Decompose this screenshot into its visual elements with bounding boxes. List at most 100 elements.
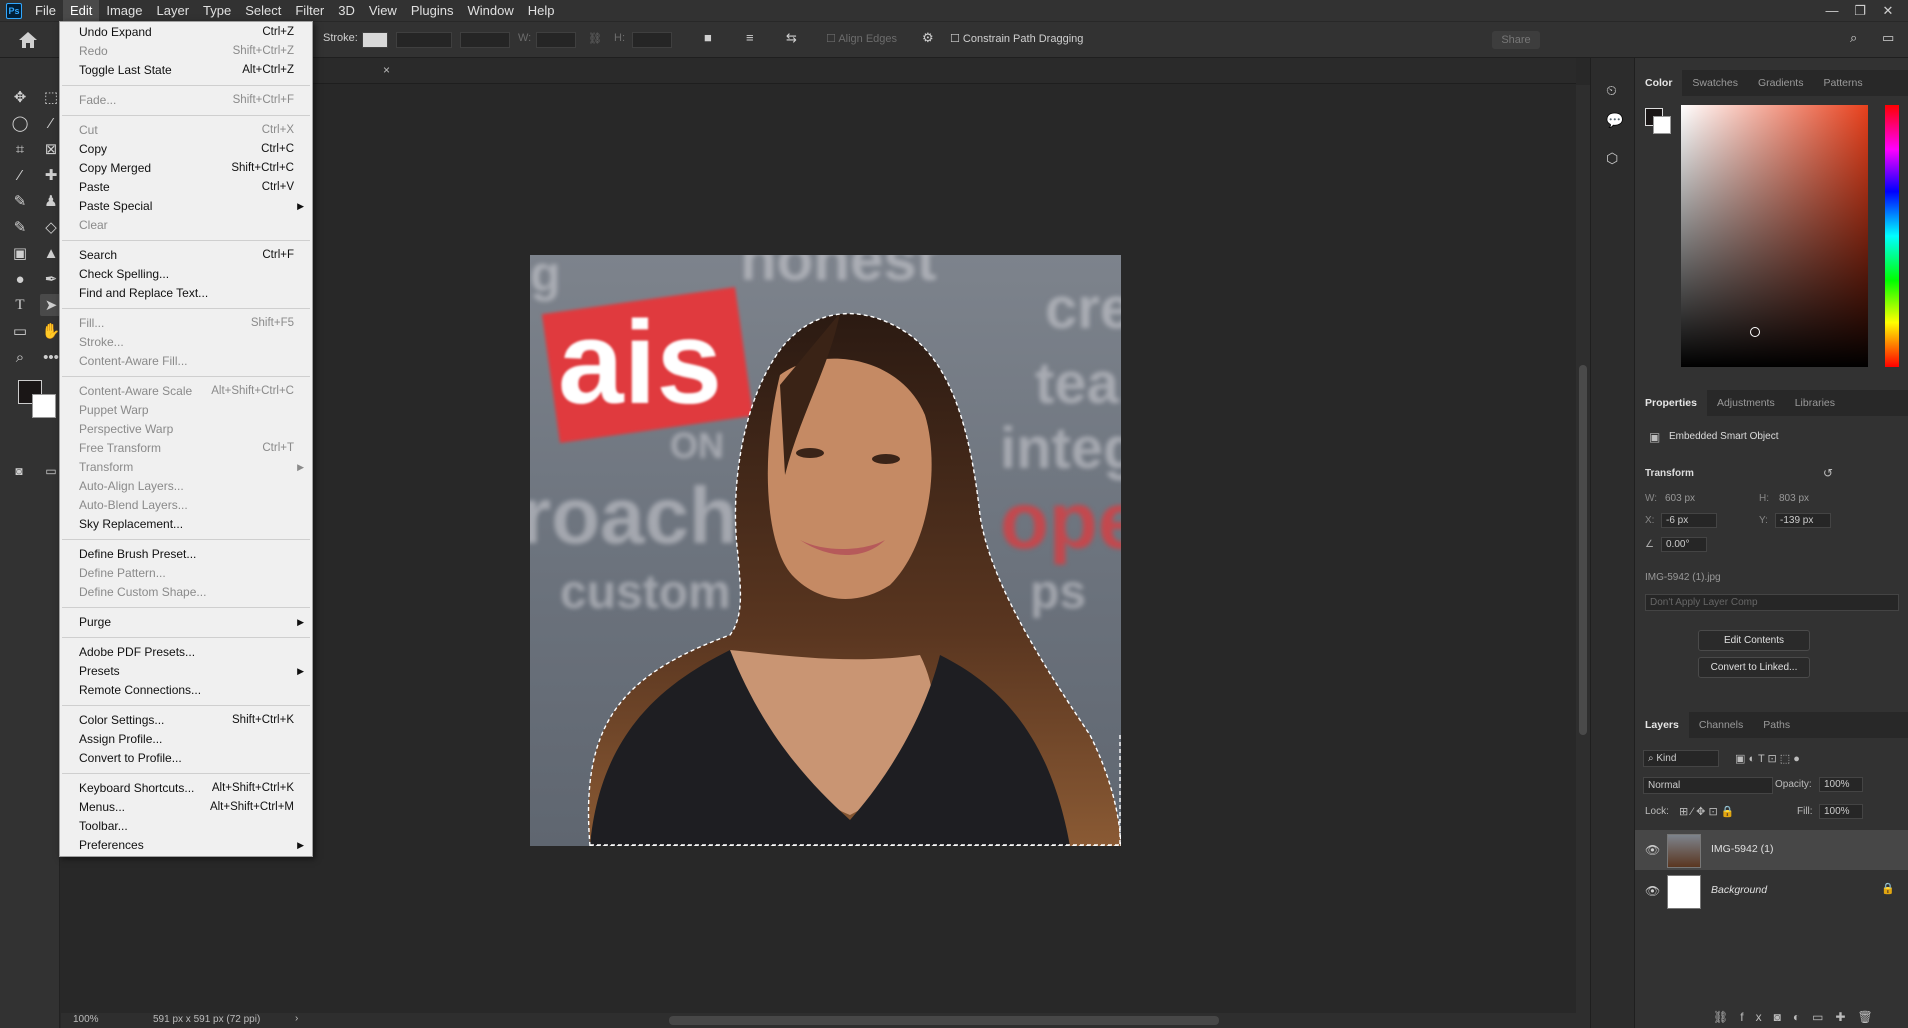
quick-mask-icon[interactable]: ◙ xyxy=(8,460,30,482)
background-color-swatch[interactable] xyxy=(32,394,56,418)
status-expand-icon[interactable]: › xyxy=(295,1013,298,1024)
menu-item-auto-align-layers[interactable]: Auto-Align Layers... xyxy=(60,477,312,496)
tab-patterns[interactable]: Patterns xyxy=(1813,70,1872,96)
align-edges-checkbox[interactable]: ☐ Align Edges xyxy=(826,32,897,45)
share-button[interactable]: Share xyxy=(1492,31,1540,49)
visibility-eye-icon[interactable]: 👁 xyxy=(1645,843,1660,857)
menu-item-adobe-pdf-presets[interactable]: Adobe PDF Presets... xyxy=(60,643,312,662)
menu-window[interactable]: Window xyxy=(460,0,520,21)
stroke-type-select[interactable] xyxy=(460,32,510,48)
height-field[interactable] xyxy=(632,32,672,48)
menu-item-free-transform[interactable]: Free Transform Ctrl+T xyxy=(60,439,312,458)
menu-item-purge[interactable]: Purge ▶ xyxy=(60,613,312,632)
eyedropper-tool-icon[interactable]: ⁄ xyxy=(9,164,31,186)
vertical-scrollbar[interactable] xyxy=(1576,85,1590,1015)
y-input[interactable]: -139 px xyxy=(1775,513,1831,528)
menu-item-color-settings[interactable]: Color Settings... Shift+Ctrl+K xyxy=(60,711,312,730)
history-panel-icon[interactable]: ⏲ xyxy=(1606,82,1617,99)
menu-item-preferences[interactable]: Preferences ▶ xyxy=(60,836,312,855)
menu-3d[interactable]: 3D xyxy=(331,0,362,21)
menu-layer[interactable]: Layer xyxy=(150,0,197,21)
menu-item-check-spelling[interactable]: Check Spelling... xyxy=(60,265,312,284)
zoom-level[interactable]: 100% xyxy=(73,1014,99,1025)
3d-panel-icon[interactable]: ⬡ xyxy=(1606,150,1618,167)
convert-to-linked-button[interactable]: Convert to Linked... xyxy=(1698,657,1810,678)
layer-name[interactable]: IMG-5942 (1) xyxy=(1711,843,1773,855)
menu-item-clear[interactable]: Clear xyxy=(60,216,312,235)
gear-icon[interactable]: ⚙ xyxy=(922,30,934,46)
menu-item-stroke[interactable]: Stroke... xyxy=(60,333,312,352)
stroke-width-field[interactable] xyxy=(396,32,452,48)
menu-item-presets[interactable]: Presets ▶ xyxy=(60,662,312,681)
menu-item-perspective-warp[interactable]: Perspective Warp xyxy=(60,420,312,439)
tab-color[interactable]: Color xyxy=(1635,70,1683,96)
tab-libraries[interactable]: Libraries xyxy=(1785,390,1845,416)
menu-item-transform[interactable]: Transform ▶ xyxy=(60,458,312,477)
tab-gradients[interactable]: Gradients xyxy=(1748,70,1814,96)
history-brush-tool-icon[interactable]: ✎ xyxy=(9,216,31,238)
menu-plugins[interactable]: Plugins xyxy=(404,0,461,21)
menu-item-undo-expand[interactable]: Undo Expand Ctrl+Z xyxy=(60,23,312,42)
menu-item-auto-blend-layers[interactable]: Auto-Blend Layers... xyxy=(60,496,312,515)
type-tool-icon[interactable]: T xyxy=(9,294,31,316)
edit-contents-button[interactable]: Edit Contents xyxy=(1698,630,1810,651)
menu-item-define-pattern[interactable]: Define Pattern... xyxy=(60,564,312,583)
path-operations-icon[interactable]: ■ xyxy=(704,30,712,45)
lock-options-icons[interactable]: ⊞ ⁄ ✥ ⊡ 🔒 xyxy=(1679,805,1734,818)
gradient-tool-icon[interactable]: ▣ xyxy=(9,242,31,264)
layer-filter-select[interactable]: ⌕ Kind xyxy=(1643,750,1719,767)
opacity-input[interactable]: 100% xyxy=(1819,777,1863,792)
restore-icon[interactable]: ❐ xyxy=(1846,3,1874,19)
angle-input[interactable]: 0.00° xyxy=(1661,537,1707,552)
menu-item-remote-connections[interactable]: Remote Connections... xyxy=(60,681,312,700)
layer-row[interactable]: 👁 Background 🔒 xyxy=(1635,871,1908,911)
tab-channels[interactable]: Channels xyxy=(1689,712,1753,738)
dodge-tool-icon[interactable]: ● xyxy=(9,268,31,290)
move-tool-icon[interactable]: ✥ xyxy=(9,86,31,108)
home-icon[interactable] xyxy=(18,31,38,49)
x-input[interactable]: -6 px xyxy=(1661,513,1717,528)
comments-panel-icon[interactable]: 💬 xyxy=(1606,112,1623,129)
menu-item-fill[interactable]: Fill... Shift+F5 xyxy=(60,314,312,333)
search-icon[interactable]: ⌕ xyxy=(1850,30,1857,46)
menu-item-keyboard-shortcuts[interactable]: Keyboard Shortcuts... Alt+Shift+Ctrl+K xyxy=(60,779,312,798)
menu-item-define-custom-shape[interactable]: Define Custom Shape... xyxy=(60,583,312,602)
layer-row[interactable]: 👁 IMG-5942 (1) xyxy=(1635,830,1908,870)
layer-comp-select[interactable]: Don't Apply Layer Comp xyxy=(1645,594,1899,611)
brush-tool-icon[interactable]: ✎ xyxy=(9,190,31,212)
menu-item-copy-merged[interactable]: Copy Merged Shift+Ctrl+C xyxy=(60,159,312,178)
blend-mode-select[interactable]: Normal xyxy=(1643,777,1773,794)
visibility-eye-icon[interactable]: 👁 xyxy=(1645,884,1660,898)
rectangle-tool-icon[interactable]: ▭ xyxy=(9,320,31,342)
stroke-color-swatch[interactable] xyxy=(362,32,388,48)
path-arrangement-icon[interactable]: ⇆ xyxy=(786,30,797,46)
menu-type[interactable]: Type xyxy=(196,0,238,21)
tab-paths[interactable]: Paths xyxy=(1753,712,1800,738)
menu-image[interactable]: Image xyxy=(99,0,149,21)
width-field[interactable] xyxy=(536,32,576,48)
zoom-tool-icon[interactable]: ⌕ xyxy=(9,346,31,368)
menu-item-assign-profile[interactable]: Assign Profile... xyxy=(60,730,312,749)
close-document-icon[interactable]: × xyxy=(383,63,390,77)
menu-item-content-aware-fill[interactable]: Content-Aware Fill... xyxy=(60,352,312,371)
reset-transform-icon[interactable]: ↺ xyxy=(1823,466,1833,480)
menu-item-sky-replacement[interactable]: Sky Replacement... xyxy=(60,515,312,534)
menu-item-cut[interactable]: Cut Ctrl+X xyxy=(60,121,312,140)
horizontal-scroll-thumb[interactable] xyxy=(669,1016,1219,1025)
color-picker-field[interactable] xyxy=(1681,105,1868,367)
menu-filter[interactable]: Filter xyxy=(288,0,331,21)
minimize-icon[interactable]: — xyxy=(1818,3,1846,18)
menu-item-toggle-last-state[interactable]: Toggle Last State Alt+Ctrl+Z xyxy=(60,61,312,80)
color-panel-background-swatch[interactable] xyxy=(1653,116,1671,134)
layer-actions-icons[interactable]: ⛓fx◙◐▭✚🗑 xyxy=(1713,1010,1885,1024)
menu-item-redo[interactable]: Redo Shift+Ctrl+Z xyxy=(60,42,312,61)
menu-item-menus[interactable]: Menus... Alt+Shift+Ctrl+M xyxy=(60,798,312,817)
menu-item-convert-to-profile[interactable]: Convert to Profile... xyxy=(60,749,312,768)
fill-input[interactable]: 100% xyxy=(1819,804,1863,819)
menu-item-content-aware-scale[interactable]: Content-Aware Scale Alt+Shift+Ctrl+C xyxy=(60,382,312,401)
menu-item-copy[interactable]: Copy Ctrl+C xyxy=(60,140,312,159)
path-alignment-icon[interactable]: ≡ xyxy=(746,30,754,45)
close-icon[interactable]: ✕ xyxy=(1874,3,1902,19)
tab-adjustments[interactable]: Adjustments xyxy=(1707,390,1785,416)
workspace-icon[interactable]: ▭ xyxy=(1882,30,1894,46)
